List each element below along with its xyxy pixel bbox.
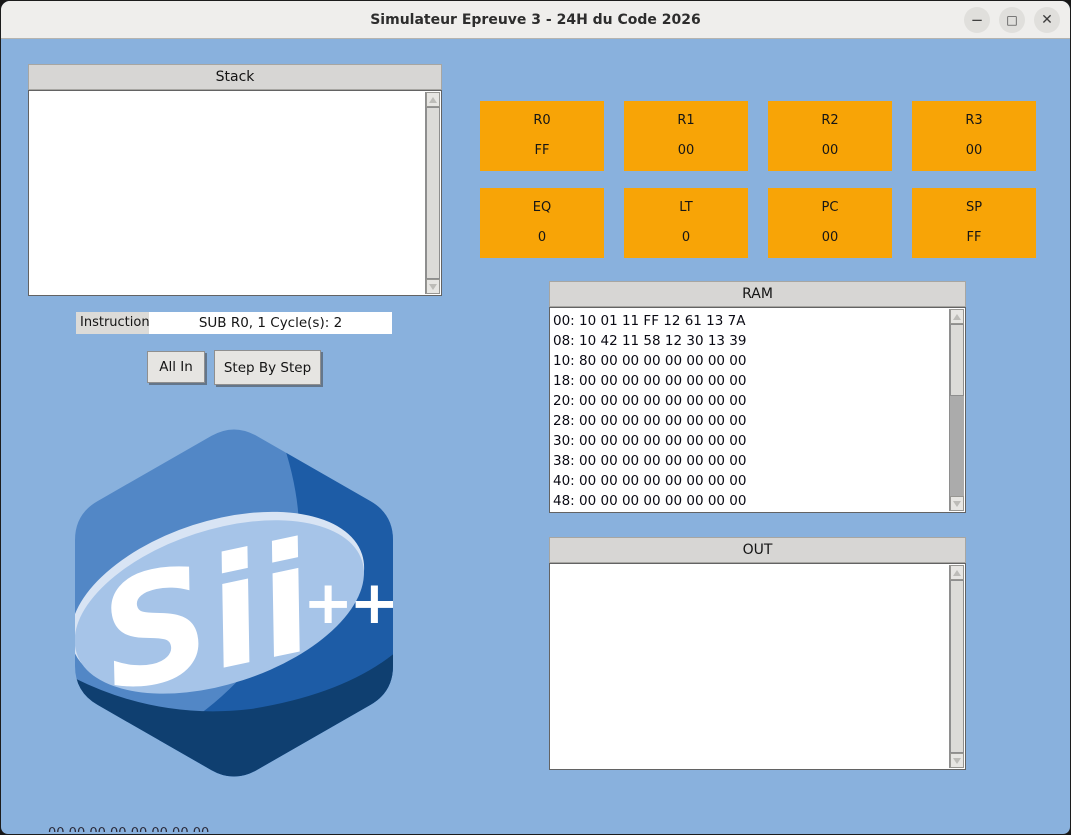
- minimize-button[interactable]: −: [964, 7, 990, 33]
- stack-scrollbar[interactable]: [425, 92, 440, 294]
- app-window: Simulateur Epreuve 3 - 24H du Code 2026 …: [0, 0, 1071, 835]
- window-controls: − □ ✕: [964, 7, 1060, 33]
- maximize-button[interactable]: □: [999, 7, 1025, 33]
- maximize-icon: □: [1006, 14, 1017, 26]
- scroll-down-icon[interactable]: [950, 496, 964, 511]
- ram-list[interactable]: 00: 10 01 11 FF 12 61 13 7A 08: 10 42 11…: [549, 307, 966, 513]
- ram-row: 30: 00 00 00 00 00 00 00 00: [553, 431, 965, 451]
- window-title: Simulateur Epreuve 3 - 24H du Code 2026: [370, 12, 701, 28]
- register-r0: R0 FF: [480, 101, 604, 171]
- ram-row: 18: 00 00 00 00 00 00 00 00: [553, 371, 965, 391]
- register-eq: EQ 0: [480, 188, 604, 258]
- ram-row: 40: 00 00 00 00 00 00 00 00: [553, 471, 965, 491]
- scroll-down-icon[interactable]: [426, 279, 440, 294]
- scroll-up-icon[interactable]: [950, 309, 964, 324]
- out-scrollbar[interactable]: [949, 565, 964, 768]
- register-grid: R0 FF R1 00 R2 00 R3 00 EQ 0 LT 0 PC 00 …: [480, 101, 1036, 258]
- ram-row: 28: 00 00 00 00 00 00 00 00: [553, 411, 965, 431]
- logo-suffix: ++: [303, 568, 396, 638]
- close-button[interactable]: ✕: [1034, 7, 1060, 33]
- register-sp: SP FF: [912, 188, 1036, 258]
- ram-panel-title: RAM: [549, 281, 966, 307]
- out-scrollbar-thumb[interactable]: [950, 580, 964, 753]
- register-lt: LT 0: [624, 188, 748, 258]
- ram-row: 00: 10 01 11 FF 12 61 13 7A: [553, 311, 965, 331]
- close-icon: ✕: [1041, 13, 1053, 27]
- instruction-label: Instruction: [76, 312, 149, 334]
- ram-row: 38: 00 00 00 00 00 00 00 00: [553, 451, 965, 471]
- clipped-ram-row: 00 00 00 00 00 00 00 00: [48, 827, 278, 832]
- stack-panel-title: Stack: [28, 64, 442, 90]
- titlebar: Simulateur Epreuve 3 - 24H du Code 2026 …: [1, 1, 1070, 39]
- minimize-icon: −: [971, 13, 984, 28]
- scroll-up-icon[interactable]: [426, 92, 440, 107]
- ram-row: 08: 10 42 11 58 12 30 13 39: [553, 331, 965, 351]
- ram-scrollbar[interactable]: [949, 309, 964, 511]
- register-pc: PC 00: [768, 188, 892, 258]
- ram-row: 48: 00 00 00 00 00 00 00 00: [553, 491, 965, 511]
- out-panel-title: OUT: [549, 537, 966, 563]
- instruction-field: SUB R0, 1 Cycle(s): 2: [149, 312, 392, 334]
- ram-row: 20: 00 00 00 00 00 00 00 00: [553, 391, 965, 411]
- ram-row: 10: 80 00 00 00 00 00 00 00: [553, 351, 965, 371]
- scroll-down-icon[interactable]: [950, 753, 964, 768]
- all-in-button[interactable]: All In: [147, 351, 205, 383]
- register-r2: R2 00: [768, 101, 892, 171]
- register-r1: R1 00: [624, 101, 748, 171]
- register-r3: R3 00: [912, 101, 1036, 171]
- stack-list[interactable]: [28, 90, 442, 296]
- step-by-step-button[interactable]: Step By Step: [214, 350, 321, 385]
- scroll-up-icon[interactable]: [950, 565, 964, 580]
- out-list[interactable]: [549, 563, 966, 770]
- ram-scrollbar-thumb[interactable]: [950, 324, 964, 396]
- sii-plus-plus-logo: Sii ++: [71, 421, 397, 785]
- stack-scrollbar-thumb[interactable]: [426, 107, 440, 279]
